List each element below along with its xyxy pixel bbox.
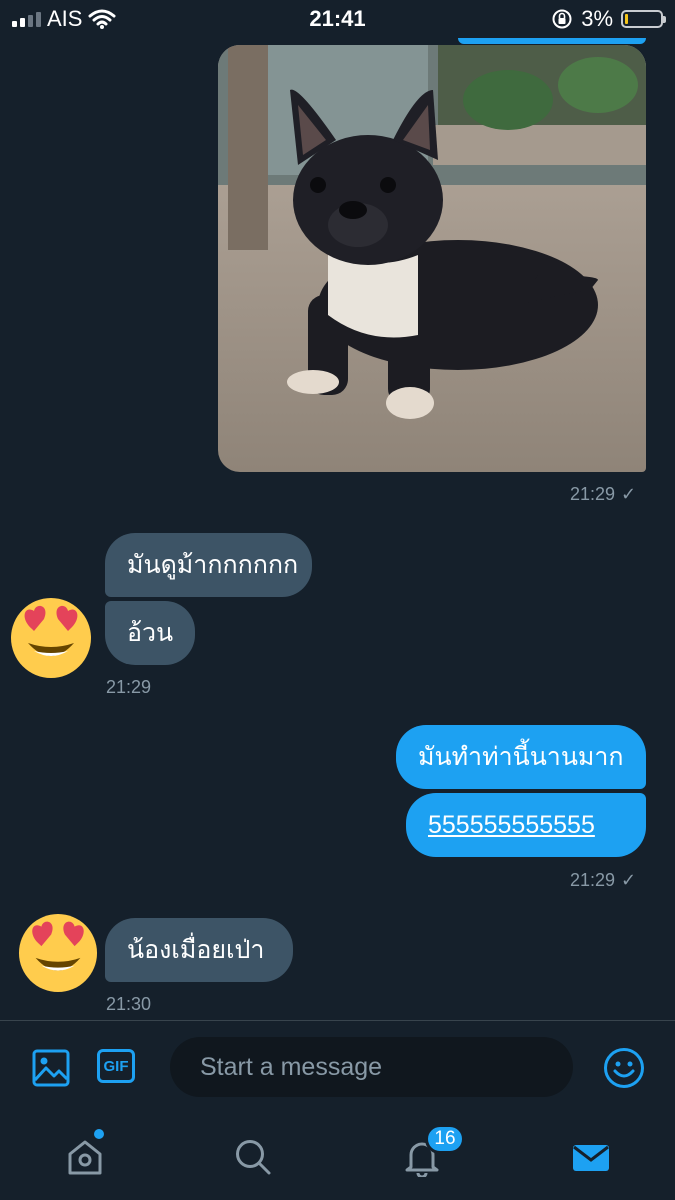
- timestamp-text: 21:29: [106, 677, 152, 697]
- rotation-lock-icon: [552, 9, 572, 29]
- mail-icon: [573, 1145, 609, 1171]
- gif-button[interactable]: GIF: [97, 1049, 135, 1083]
- timestamp-text: 21:29: [570, 870, 616, 890]
- nav-messages[interactable]: [567, 1133, 615, 1181]
- previous-message-edge: [458, 38, 646, 44]
- image-icon: [32, 1049, 70, 1087]
- check-icon: ✓: [621, 484, 637, 504]
- home-icon: [68, 1140, 102, 1175]
- status-right: 3%: [551, 6, 666, 32]
- message-text: มันดูม้ากกกกกก: [127, 550, 299, 579]
- sent-timestamp: 21:29 ✓: [570, 484, 636, 505]
- battery-icon: [621, 10, 666, 28]
- sent-photo-message[interactable]: [218, 45, 646, 472]
- heart-eyes-emoji-avatar[interactable]: [18, 913, 98, 993]
- message-text: น้องเมื่อยเป่า: [127, 935, 265, 964]
- gif-icon: GIF: [97, 1049, 135, 1083]
- check-icon: ✓: [621, 870, 637, 890]
- timestamp-text: 21:29: [570, 484, 616, 504]
- message-text[interactable]: 555555555555: [428, 812, 595, 838]
- sent-message-link[interactable]: 555555555555: [406, 793, 646, 857]
- smiley-icon: [604, 1048, 644, 1088]
- received-message[interactable]: มันดูม้ากกกกกก: [105, 533, 312, 597]
- status-bar: AIS 21:41 3%: [0, 0, 675, 38]
- nav-home[interactable]: [61, 1133, 109, 1181]
- message-composer: GIF: [0, 1020, 675, 1116]
- nav-search[interactable]: [229, 1133, 277, 1181]
- sent-timestamp: 21:29 ✓: [570, 870, 636, 891]
- battery-percent: 3%: [581, 6, 613, 31]
- sent-message[interactable]: มันทำท่านี้นานมาก: [396, 725, 646, 789]
- notifications-count-badge: 16: [425, 1124, 465, 1154]
- bottom-navigation: 16: [0, 1115, 675, 1200]
- message-text: อ้วน: [127, 618, 174, 647]
- message-text: มันทำท่านี้นานมาก: [418, 742, 624, 771]
- message-input[interactable]: [170, 1037, 573, 1097]
- home-new-indicator: [94, 1129, 104, 1139]
- received-timestamp: 21:30: [106, 994, 151, 1015]
- dog-photo-image: [218, 45, 646, 472]
- received-message[interactable]: น้องเมื่อยเป่า: [105, 918, 293, 982]
- search-icon: [236, 1140, 271, 1175]
- received-timestamp: 21:29: [106, 677, 151, 698]
- heart-eyes-emoji-avatar[interactable]: [10, 597, 92, 679]
- timestamp-text: 21:30: [106, 994, 152, 1014]
- emoji-picker-button[interactable]: [602, 1046, 646, 1090]
- add-photo-button[interactable]: [30, 1047, 72, 1089]
- battery-level: [625, 14, 628, 24]
- received-message[interactable]: อ้วน: [105, 601, 195, 665]
